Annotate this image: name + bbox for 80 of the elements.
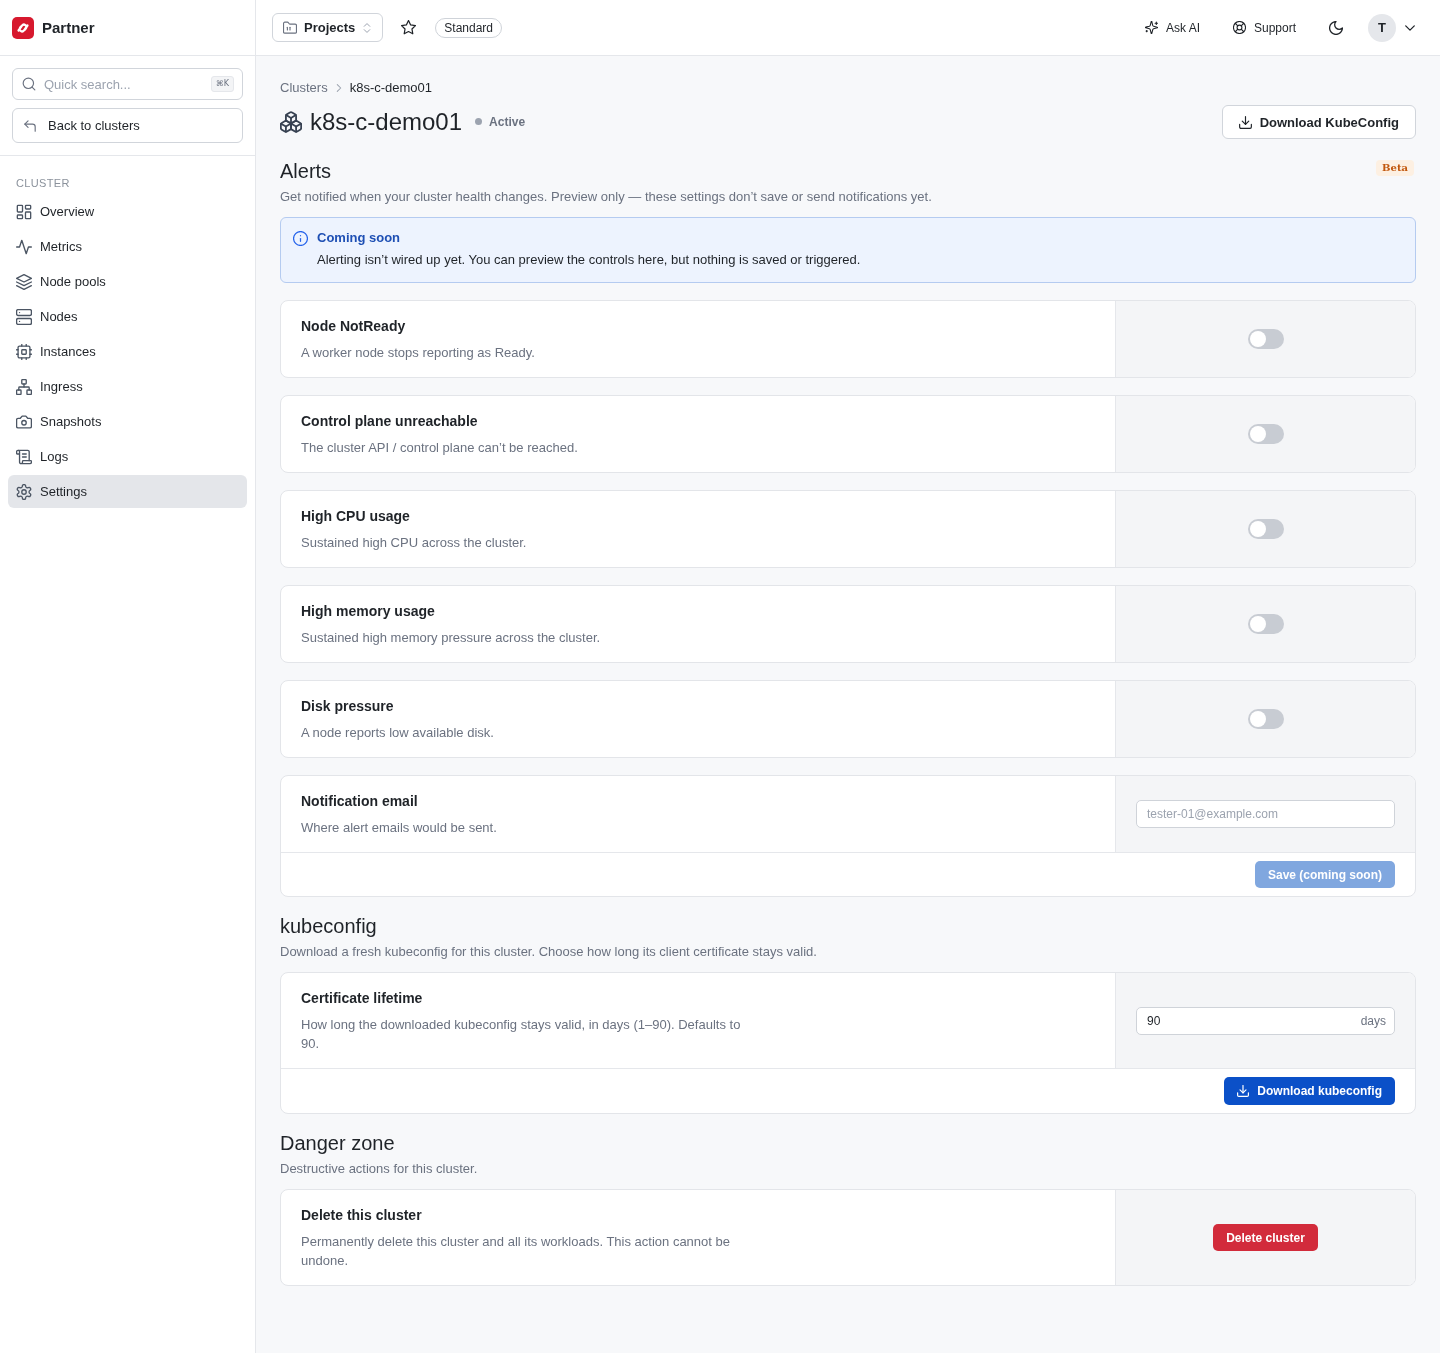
setting-title: Disk pressure [301, 697, 395, 716]
chip-icon [16, 343, 32, 360]
sidebar-item[interactable]: Overview [8, 195, 247, 228]
setting-description: Sustained high memory pressure across the cluster. [301, 629, 602, 647]
setting-description: The cluster API / control plane can’t be reached. [301, 439, 579, 457]
setting-description: Where alert emails would be sent. [301, 819, 498, 837]
download-icon [1237, 1085, 1250, 1097]
toggle-switch[interactable] [1247, 709, 1284, 729]
sidebar-item[interactable]: Instances [8, 335, 247, 368]
section-label: CLUSTER [15, 176, 71, 191]
star-icon[interactable] [401, 20, 417, 35]
notice-text: Alerting isn’t wired up yet. You can preview the controls here, but nothing is saved or triggered. [317, 251, 862, 269]
setting-description: A worker node stops reporting as Ready. [301, 344, 536, 362]
setting-description: Sustained high CPU across the cluster. [301, 534, 528, 552]
sidebar-item[interactable]: Settings [8, 475, 247, 508]
ask-ai-button[interactable]: Ask AI [1144, 20, 1200, 35]
support-button[interactable]: Support [1232, 20, 1296, 35]
breadcrumb-link[interactable]: Clusters [280, 80, 328, 96]
moon-icon[interactable] [1329, 20, 1343, 35]
folder-icon [283, 20, 297, 35]
download-icon [1238, 115, 1252, 129]
breadcrumb-current: k8s-c-demo01 [349, 80, 433, 96]
setting-title: Control plane unreachable [301, 412, 479, 431]
network-icon [16, 378, 32, 395]
status-label: Active [489, 114, 526, 129]
scroll-icon [16, 448, 32, 465]
toggle-switch[interactable] [1247, 614, 1284, 634]
server-icon [16, 308, 32, 325]
sidebar-item[interactable]: Ingress [8, 370, 247, 403]
project-switcher[interactable]: Projects [272, 13, 384, 42]
toggle-switch[interactable] [1247, 424, 1284, 444]
unit-label: days [1360, 1013, 1386, 1028]
notice-title: Coming soon [317, 229, 402, 247]
lifebuoy-icon [1232, 21, 1246, 34]
toggle-switch[interactable] [1247, 329, 1284, 349]
sidebar-item[interactable]: Nodes [8, 300, 247, 333]
logo-icon[interactable] [12, 16, 34, 39]
grid-icon [16, 203, 32, 220]
back-arrow-icon [23, 118, 37, 133]
setting-title: Certificate lifetime [301, 989, 424, 1008]
user-avatar[interactable]: T [1368, 13, 1396, 42]
setting-title: High memory usage [301, 602, 436, 621]
chevron-right-icon [334, 84, 343, 92]
setting-title: Delete this cluster [301, 1206, 423, 1225]
sparkles-icon [1144, 21, 1158, 34]
pulse-line-icon [16, 238, 32, 255]
status-dot-icon [475, 118, 483, 125]
search-icon [22, 77, 36, 91]
setting-title: Node NotReady [301, 317, 407, 336]
delete-button[interactable]: Delete cluster [1213, 1224, 1318, 1251]
brand-name: Partner [42, 19, 95, 36]
setting-description: A node reports low available disk. [301, 724, 495, 742]
info-icon [293, 230, 308, 246]
setting-title: High CPU usage [301, 507, 411, 526]
setting-description: How long the downloaded kubeconfig stays valid, in days (1–90). Defaults to 90. [301, 1016, 742, 1053]
section-title: kubeconfig [280, 914, 378, 939]
section-title: Danger zone [280, 1131, 396, 1156]
camera-icon [16, 413, 32, 430]
setting-title: Notification email [301, 792, 419, 811]
section-description: Destructive actions for this cluster. [280, 1160, 479, 1178]
download-kubeconfig-button[interactable]: Download kubeconfig [1224, 1077, 1395, 1105]
up-down-chevron-icon [362, 22, 373, 33]
toggle-switch[interactable] [1247, 519, 1284, 539]
layers-icon [16, 273, 32, 290]
back-button[interactable]: Back to clusters [12, 108, 243, 143]
sidebar-item[interactable]: Node pools [8, 265, 247, 298]
chevron-down-icon[interactable] [1405, 22, 1415, 33]
section-description: Download a fresh kubeconfig for this cluster. Choose how long its client certificate stays valid. [280, 943, 818, 961]
cubes-icon [280, 110, 302, 133]
page-title: k8s-c-demo01 [310, 106, 463, 137]
shortcut-hint: ⌘K [210, 76, 234, 92]
section-title: Alerts [280, 159, 332, 184]
settings-icon [16, 483, 32, 500]
sidebar-item[interactable]: Snapshots [8, 405, 247, 438]
setting-description: Permanently delete this cluster and all its workloads. This action cannot be undone. [301, 1233, 731, 1270]
beta-badge: Beta [1376, 160, 1414, 176]
section-description: Get notified when your cluster health changes. Preview only — these settings don’t save or send notifications yet. [280, 188, 933, 206]
sidebar-item[interactable]: Metrics [8, 230, 247, 263]
sidebar-item[interactable]: Logs [8, 440, 247, 473]
download-button[interactable]: Download KubeConfig [1221, 105, 1416, 139]
